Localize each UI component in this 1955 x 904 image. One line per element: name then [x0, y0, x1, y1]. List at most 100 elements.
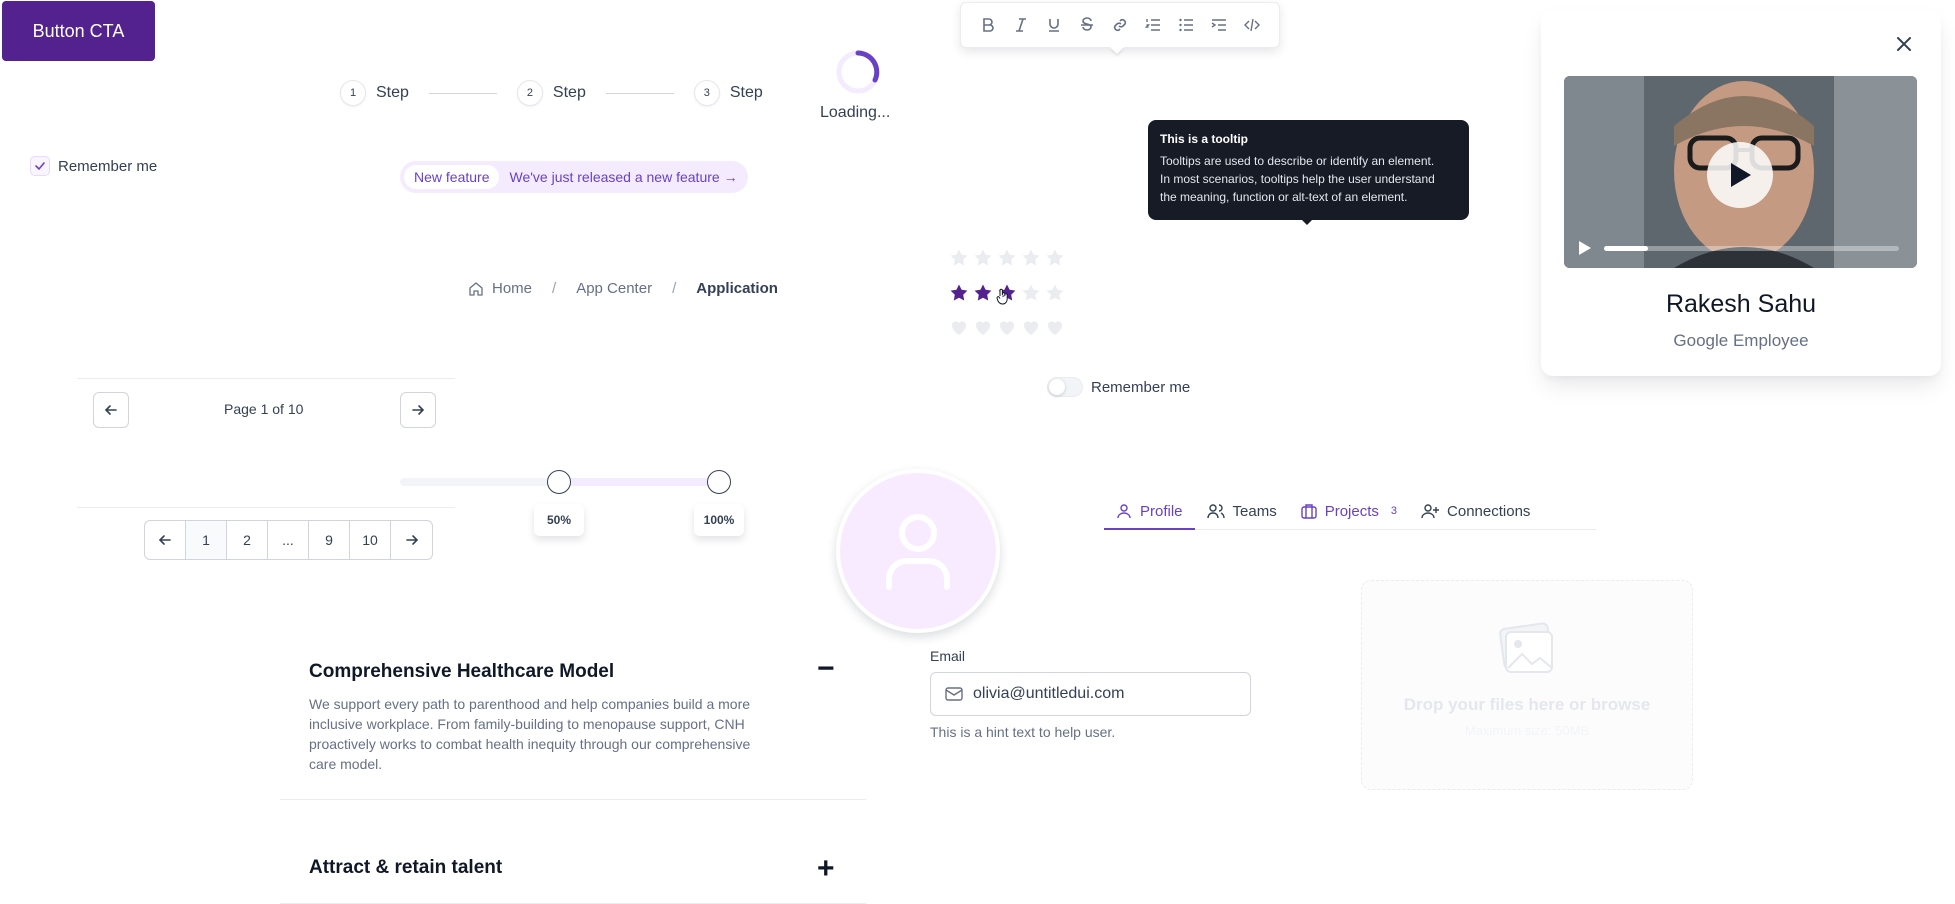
star-icon[interactable]: [1045, 283, 1065, 303]
breadcrumb-app-center[interactable]: App Center: [576, 280, 652, 297]
step-label: Step: [376, 84, 409, 101]
star-icon[interactable]: [973, 248, 993, 268]
text-toolbar: [960, 2, 1280, 48]
heart-icon[interactable]: [1045, 318, 1065, 338]
dropzone-title[interactable]: Drop your files here or browse: [1361, 695, 1693, 715]
remember-checkbox-label: Remember me: [58, 157, 158, 175]
remember-checkbox-row[interactable]: Remember me: [30, 156, 157, 176]
indent-list-icon[interactable]: [1203, 10, 1236, 40]
bullet-list-icon[interactable]: [1170, 10, 1203, 40]
tab-teams[interactable]: Teams: [1195, 494, 1289, 528]
ordered-list-icon[interactable]: [1137, 10, 1170, 40]
bold-icon[interactable]: [971, 10, 1004, 40]
next-page-button[interactable]: [391, 521, 432, 559]
rating-stars-empty[interactable]: [949, 248, 1065, 268]
accordion-title-talent[interactable]: Attract & retain talent: [309, 857, 502, 879]
arrow-right-icon: [405, 535, 418, 545]
avatar-placeholder[interactable]: [836, 469, 1000, 633]
tab-projects[interactable]: Projects 3: [1289, 494, 1409, 528]
italic-icon[interactable]: [1004, 10, 1037, 40]
profile-name: Rakesh Sahu: [1665, 290, 1817, 318]
badge-pill: New feature: [404, 165, 500, 189]
email-field[interactable]: [930, 672, 1251, 716]
prev-page-button[interactable]: [145, 521, 186, 559]
play-small-icon[interactable]: [1578, 240, 1592, 256]
email-input[interactable]: [973, 685, 1233, 703]
page-2-button[interactable]: 2: [227, 521, 268, 559]
arrow-left-icon: [158, 535, 171, 545]
video-progress-fill: [1604, 246, 1649, 251]
step-connector: [605, 92, 674, 94]
email-label: Email: [930, 648, 966, 664]
hand-cursor-icon: [996, 288, 1008, 305]
breadcrumb-home[interactable]: Home: [492, 280, 532, 297]
page-10-button[interactable]: 10: [350, 521, 391, 559]
page-9-button[interactable]: 9: [309, 521, 350, 559]
tooltip-title: This is a tooltip: [1160, 132, 1249, 146]
step-label: Step: [729, 84, 763, 101]
star-icon[interactable]: [949, 248, 969, 268]
next-page-button[interactable]: [400, 392, 436, 428]
slider-high-handle[interactable]: [707, 470, 731, 494]
tab-label: Projects: [1324, 502, 1379, 520]
step-1[interactable]: 1 Step: [340, 80, 409, 106]
remember-toggle[interactable]: [1047, 377, 1083, 397]
step-number: 3: [693, 80, 720, 106]
star-icon[interactable]: [1021, 283, 1041, 303]
step-2[interactable]: 2 Step: [516, 80, 586, 106]
heart-icon[interactable]: [1021, 318, 1041, 338]
divider: [77, 507, 455, 508]
users-icon: [1206, 504, 1225, 519]
heart-icon[interactable]: [949, 318, 969, 338]
tab-label: Profile: [1140, 502, 1183, 520]
star-icon[interactable]: [949, 283, 969, 303]
collapse-icon[interactable]: −: [817, 652, 835, 686]
heart-icon[interactable]: [997, 318, 1017, 338]
feature-badge[interactable]: New feature We've just released a new fe…: [400, 161, 748, 193]
slider-low-handle[interactable]: [547, 470, 571, 494]
cta-button[interactable]: Button CTA: [2, 1, 155, 61]
strikethrough-icon[interactable]: [1070, 10, 1103, 40]
remember-toggle-row[interactable]: Remember me: [1047, 377, 1190, 397]
tab-connections[interactable]: Connections: [1409, 494, 1542, 528]
tooltip-line: the meaning, function or alt-text of an …: [1160, 190, 1408, 204]
link-icon[interactable]: [1103, 10, 1136, 40]
play-button-large[interactable]: [1707, 142, 1773, 208]
user-icon: [1117, 504, 1131, 519]
star-icon[interactable]: [1021, 248, 1041, 268]
star-icon[interactable]: [997, 248, 1017, 268]
video-player[interactable]: [1564, 76, 1917, 268]
rating-hearts[interactable]: [949, 318, 1065, 338]
prev-page-button[interactable]: [93, 392, 129, 428]
code-icon[interactable]: [1236, 10, 1269, 40]
step-number: 2: [516, 80, 543, 106]
tooltip: This is a tooltip Tooltips are used to d…: [1148, 120, 1469, 220]
stepper: 1 Step 2 Step 3 Step: [340, 80, 763, 106]
page-1-button[interactable]: 1: [186, 521, 227, 559]
tooltip-line: Tooltips are used to describe or identif…: [1160, 154, 1435, 168]
slider-low-value: 50%: [534, 504, 584, 536]
images-icon: [1499, 622, 1553, 673]
close-icon[interactable]: [1892, 32, 1916, 56]
remember-checkbox[interactable]: [30, 156, 50, 176]
toggle-label: Remember me: [1091, 378, 1191, 396]
file-dropzone[interactable]: [1361, 580, 1693, 790]
accordion-title-healthcare[interactable]: Comprehensive Healthcare Model: [309, 661, 614, 683]
tab-profile[interactable]: Profile: [1104, 494, 1195, 530]
video-progress-track[interactable]: [1604, 246, 1899, 251]
breadcrumb-current: Application: [696, 280, 778, 297]
star-icon[interactable]: [973, 283, 993, 303]
user-icon: [886, 514, 950, 590]
home-icon[interactable]: [468, 281, 484, 297]
underline-icon[interactable]: [1037, 10, 1070, 40]
step-3[interactable]: 3 Step: [693, 80, 763, 106]
star-icon[interactable]: [1045, 248, 1065, 268]
heart-icon[interactable]: [973, 318, 993, 338]
tab-label: Teams: [1232, 502, 1277, 520]
tabs: Profile Teams Projects 3 Connections: [1104, 494, 1596, 530]
divider: [77, 378, 455, 379]
tab-count-badge: 3: [1390, 505, 1398, 517]
expand-icon[interactable]: +: [817, 852, 835, 886]
page-indicator: Page 1 of 10: [224, 401, 304, 417]
check-icon: [35, 162, 45, 171]
